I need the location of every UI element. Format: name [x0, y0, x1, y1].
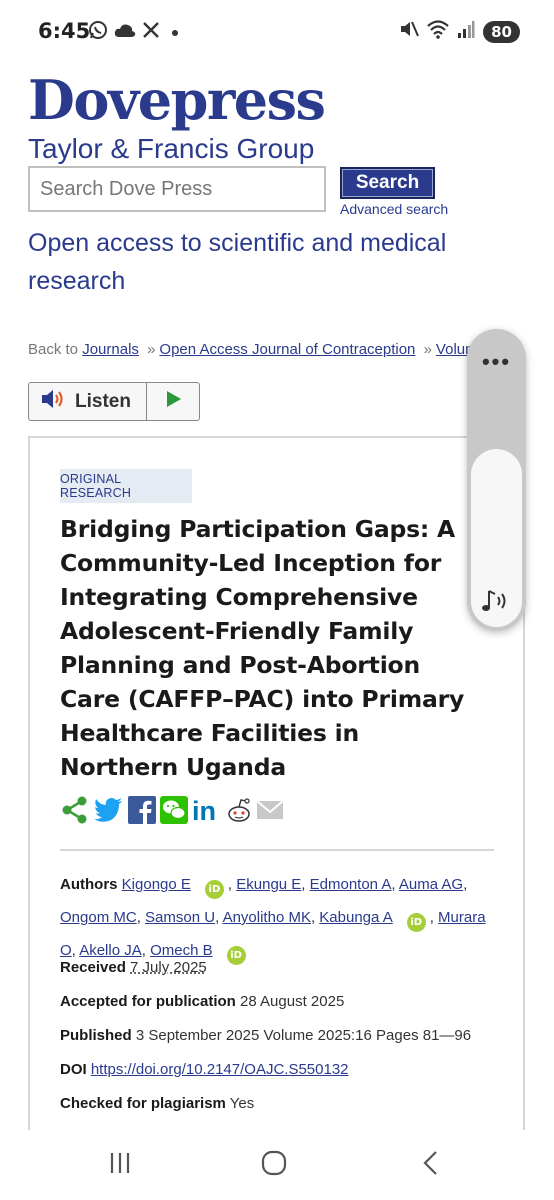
- received-row: Received 7 July 2025: [60, 959, 207, 976]
- wechat-icon[interactable]: [160, 795, 188, 829]
- back-icon: [421, 1150, 439, 1181]
- authors-label: Authors: [60, 876, 118, 893]
- intro-line-2: research: [28, 267, 126, 295]
- system-icons: 80: [399, 19, 520, 44]
- doi-row: DOI https://doi.org/10.2147/OAJC.S550132: [60, 1061, 349, 1078]
- search-button[interactable]: Search: [340, 167, 435, 199]
- listen-button[interactable]: Listen: [29, 383, 147, 420]
- intro-line-1: Open access to scientific and medical: [28, 229, 447, 257]
- author-link[interactable]: Ongom MC: [60, 909, 137, 926]
- breadcrumb-journal-name[interactable]: Open Access Journal of Contraception: [159, 341, 415, 358]
- status-bar: 6:45 80: [0, 0, 554, 64]
- more-options-icon[interactable]: •••: [467, 349, 526, 375]
- orcid-icon[interactable]: iD: [406, 913, 426, 932]
- authors-block: Authors Kigongo EiD, Ekungu E, Edmonton …: [60, 868, 500, 967]
- publisher-group: Taylor & Francis Group: [28, 133, 315, 164]
- whatsapp-icon: [88, 20, 108, 45]
- divider: [60, 849, 494, 851]
- orcid-icon[interactable]: iD: [226, 946, 246, 965]
- article-type-badge: ORIGINAL RESEARCH: [60, 469, 192, 503]
- twitter-icon[interactable]: [94, 796, 124, 829]
- play-icon: [164, 390, 182, 413]
- recents-button[interactable]: [90, 1150, 150, 1180]
- svg-text:in: in: [192, 796, 216, 824]
- breadcrumb-journals[interactable]: Journals: [82, 341, 139, 358]
- breadcrumb-separator: »: [423, 341, 432, 358]
- accepted-date: 28 August 2025: [240, 993, 345, 1010]
- orcid-icon[interactable]: iD: [204, 880, 224, 899]
- listen-widget: Listen: [28, 382, 200, 421]
- recents-icon: [108, 1152, 132, 1179]
- speaker-icon: [41, 388, 67, 415]
- play-button[interactable]: [147, 383, 199, 420]
- cloud-icon: [114, 22, 136, 43]
- home-button[interactable]: [244, 1150, 304, 1180]
- reddit-icon[interactable]: [226, 796, 252, 829]
- plagiarism-value: Yes: [229, 1095, 255, 1112]
- author-link[interactable]: Omech B: [150, 942, 213, 959]
- accepted-row: Accepted for publication 28 August 2025: [60, 993, 344, 1010]
- accepted-label: Accepted for publication: [60, 993, 236, 1010]
- author-link[interactable]: Auma AG: [399, 876, 463, 893]
- doi-link[interactable]: https://doi.org/10.2147/OAJC.S550132: [91, 1061, 349, 1078]
- author-link[interactable]: Edmonton A: [310, 876, 392, 893]
- share-toolbar: in: [60, 795, 284, 830]
- email-icon[interactable]: [256, 799, 284, 826]
- search-input[interactable]: [28, 166, 326, 212]
- dot-icon: [172, 29, 178, 36]
- facebook-icon[interactable]: [128, 795, 156, 829]
- article-title: Bridging Participation Gaps: A Community…: [60, 515, 465, 781]
- doi-label: DOI: [60, 1061, 87, 1078]
- audio-icon[interactable]: [479, 587, 513, 622]
- author-link[interactable]: Kigongo E: [122, 876, 191, 893]
- linkedin-icon[interactable]: in: [192, 796, 222, 829]
- clock: 6:45: [38, 19, 91, 43]
- author-link[interactable]: Ekungu E: [236, 876, 301, 893]
- received-date: 7 July 2025: [130, 959, 207, 976]
- breadcrumb-prefix: Back to: [28, 341, 79, 358]
- dovepress-logo[interactable]: Dovepress: [28, 68, 326, 132]
- floating-side-panel[interactable]: •••: [467, 329, 526, 631]
- site-intro: Open access to scientific and medical re…: [28, 224, 508, 300]
- listen-label: Listen: [75, 390, 131, 412]
- advanced-search-link[interactable]: Advanced search: [340, 201, 448, 217]
- breadcrumb: Back to Journals » Open Access Journal of…: [28, 341, 473, 365]
- share-icon[interactable]: [60, 795, 90, 830]
- wifi-icon: [427, 19, 449, 44]
- published-row: Published 3 September 2025 Volume 2025:1…: [60, 1027, 471, 1044]
- author-link[interactable]: Akello JA: [79, 942, 142, 959]
- plagiarism-label: Checked for plagiarism: [60, 1095, 226, 1112]
- signal-icon: [457, 19, 475, 44]
- published-info: 3 September 2025 Volume 2025:16 Pages 81…: [135, 1027, 472, 1044]
- author-link[interactable]: Anyolitho MK: [223, 909, 311, 926]
- published-label: Published: [60, 1027, 132, 1044]
- x-icon: [142, 21, 160, 44]
- home-icon: [261, 1150, 287, 1181]
- battery-indicator: 80: [483, 20, 520, 43]
- system-nav-bar: [0, 1130, 554, 1200]
- author-link[interactable]: Kabunga A: [319, 909, 392, 926]
- mute-icon: [399, 19, 420, 44]
- back-button[interactable]: [400, 1150, 460, 1180]
- notification-icons: [88, 20, 178, 45]
- author-link[interactable]: Samson U: [145, 909, 215, 926]
- plagiarism-row: Checked for plagiarism Yes: [60, 1095, 254, 1112]
- received-label: Received: [60, 959, 126, 976]
- breadcrumb-separator: »: [147, 341, 156, 358]
